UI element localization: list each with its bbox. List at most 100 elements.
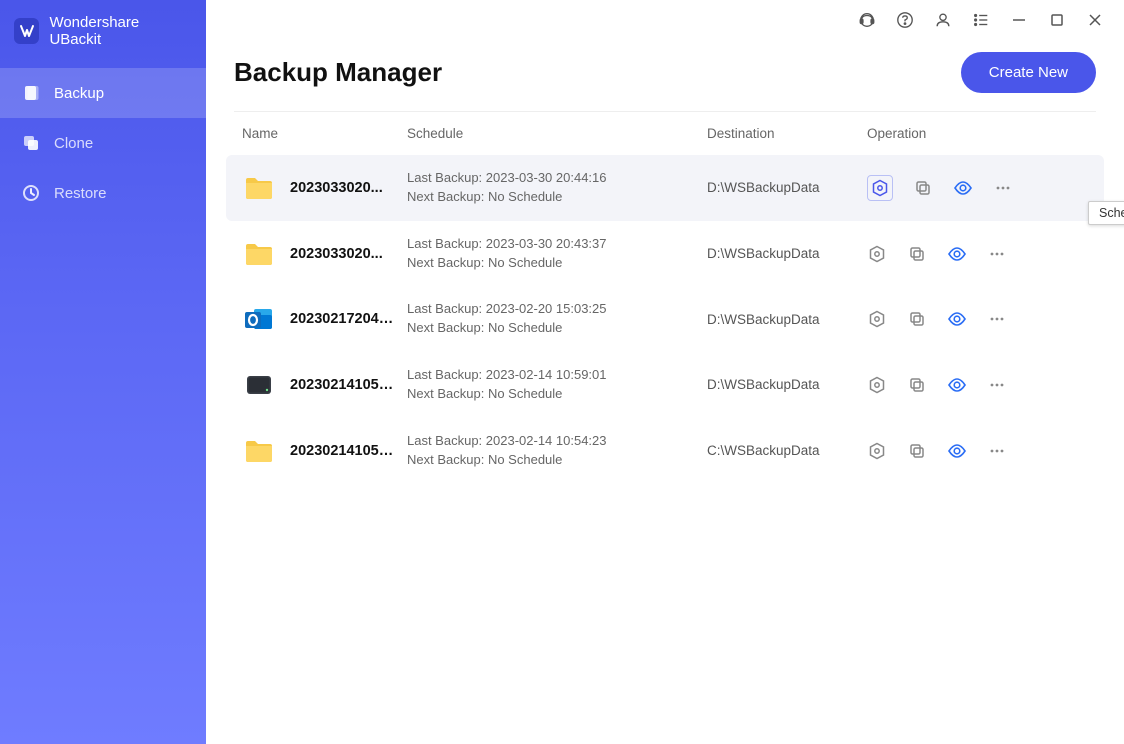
schedule-button[interactable] [867,244,887,264]
schedule-button[interactable] [867,175,893,201]
backup-name: 2023021410590158 [290,377,400,393]
more-button[interactable] [987,309,1007,329]
last-backup-value: 2023-02-14 10:59:01 [486,367,607,382]
more-button[interactable] [993,178,1013,198]
schedule-button[interactable] [867,441,887,461]
operation-cell [867,244,1088,264]
destination-cell: C:\WSBackupData [707,443,867,458]
sidebar-item-clone[interactable]: Clone [0,118,206,168]
more-button[interactable] [987,244,1007,264]
copy-button[interactable] [907,309,927,329]
table-row[interactable]: 2023033020... Last Backup: 2023-03-30 20… [226,221,1104,287]
titlebar [206,0,1124,40]
next-backup-value: No Schedule [488,189,562,204]
menu-icon[interactable] [972,11,990,29]
last-backup-label: Last Backup: [407,301,482,316]
clone-icon [22,134,40,152]
main-area: Backup Manager Create New Name Schedule … [206,0,1124,744]
next-backup-value: No Schedule [488,386,562,401]
type-icon [242,302,276,336]
type-icon [242,171,276,205]
last-backup-label: Last Backup: [407,433,482,448]
backup-table: Name Schedule Destination Operation 2023… [206,112,1124,483]
app-logo-icon [14,18,39,44]
col-destination: Destination [707,126,867,141]
last-backup-value: 2023-03-30 20:44:16 [486,170,607,185]
view-button[interactable] [947,375,967,395]
more-button[interactable] [987,375,1007,395]
destination-cell: D:\WSBackupData [707,246,867,261]
col-operation: Operation [867,126,1088,141]
schedule-button[interactable] [867,309,887,329]
copy-button[interactable] [913,178,933,198]
sidebar-item-label: Clone [54,135,93,152]
table-row[interactable]: 2023021720485554 Last Backup: 2023-02-20… [226,286,1104,352]
copy-button[interactable] [907,244,927,264]
col-schedule: Schedule [407,126,707,141]
col-name: Name [242,126,407,141]
backup-name: 2023033020... [290,246,383,262]
destination-cell: D:\WSBackupData [707,312,867,327]
next-backup-value: No Schedule [488,320,562,335]
support-icon[interactable] [858,11,876,29]
next-backup-label: Next Backup: [407,320,484,335]
next-backup-value: No Schedule [488,255,562,270]
operation-cell [867,175,1088,201]
last-backup-label: Last Backup: [407,170,482,185]
next-backup-label: Next Backup: [407,255,484,270]
schedule-button[interactable] [867,375,887,395]
backup-name: 2023021720485554 [290,311,400,327]
table-row[interactable]: 2023021410590158 Last Backup: 2023-02-14… [226,352,1104,418]
next-backup-label: Next Backup: [407,386,484,401]
copy-button[interactable] [907,375,927,395]
user-icon[interactable] [934,11,952,29]
schedule-cell: Last Backup: 2023-02-14 10:59:01 Next Ba… [407,366,707,404]
destination-cell: D:\WSBackupData [707,377,867,392]
minimize-icon[interactable] [1010,11,1028,29]
last-backup-label: Last Backup: [407,236,482,251]
schedule-cell: Last Backup: 2023-02-14 10:54:23 Next Ba… [407,432,707,470]
backup-name: 2023033020... [290,180,383,196]
sidebar-nav: Backup Clone Restore [0,68,206,218]
schedule-cell: Last Backup: 2023-03-30 20:44:16 Next Ba… [407,169,707,207]
view-button[interactable] [947,441,967,461]
schedule-cell: Last Backup: 2023-03-30 20:43:37 Next Ba… [407,235,707,273]
create-new-button[interactable]: Create New [961,52,1096,93]
sidebar-item-backup[interactable]: Backup [0,68,206,118]
view-button[interactable] [947,244,967,264]
operation-cell [867,441,1088,461]
destination-cell: D:\WSBackupData [707,180,867,195]
sidebar-item-label: Backup [54,85,104,102]
app-brand: Wondershare UBackit [0,0,206,68]
next-backup-value: No Schedule [488,452,562,467]
last-backup-value: 2023-02-14 10:54:23 [486,433,607,448]
table-header: Name Schedule Destination Operation [226,112,1104,155]
close-icon[interactable] [1086,11,1104,29]
app-title: Wondershare UBackit [49,14,192,48]
sidebar-item-label: Restore [54,185,107,202]
table-row[interactable]: 2023021410513950 Last Backup: 2023-02-14… [226,418,1104,484]
more-button[interactable] [987,441,1007,461]
type-icon [242,237,276,271]
copy-button[interactable] [907,441,927,461]
type-icon [242,368,276,402]
table-row[interactable]: 2023033020... Last Backup: 2023-03-30 20… [226,155,1104,221]
sidebar-item-restore[interactable]: Restore [0,168,206,218]
last-backup-label: Last Backup: [407,367,482,382]
page-header: Backup Manager Create New [206,40,1124,111]
backup-name: 2023021410513950 [290,443,400,459]
last-backup-value: 2023-02-20 15:03:25 [486,301,607,316]
operation-cell [867,309,1088,329]
view-button[interactable] [953,178,973,198]
next-backup-label: Next Backup: [407,189,484,204]
view-button[interactable] [947,309,967,329]
restore-icon [22,184,40,202]
next-backup-label: Next Backup: [407,452,484,467]
help-icon[interactable] [896,11,914,29]
operation-cell [867,375,1088,395]
schedule-cell: Last Backup: 2023-02-20 15:03:25 Next Ba… [407,300,707,338]
sidebar: Wondershare UBackit Backup Clone Restore [0,0,206,744]
type-icon [242,434,276,468]
backup-icon [22,84,40,102]
maximize-icon[interactable] [1048,11,1066,29]
